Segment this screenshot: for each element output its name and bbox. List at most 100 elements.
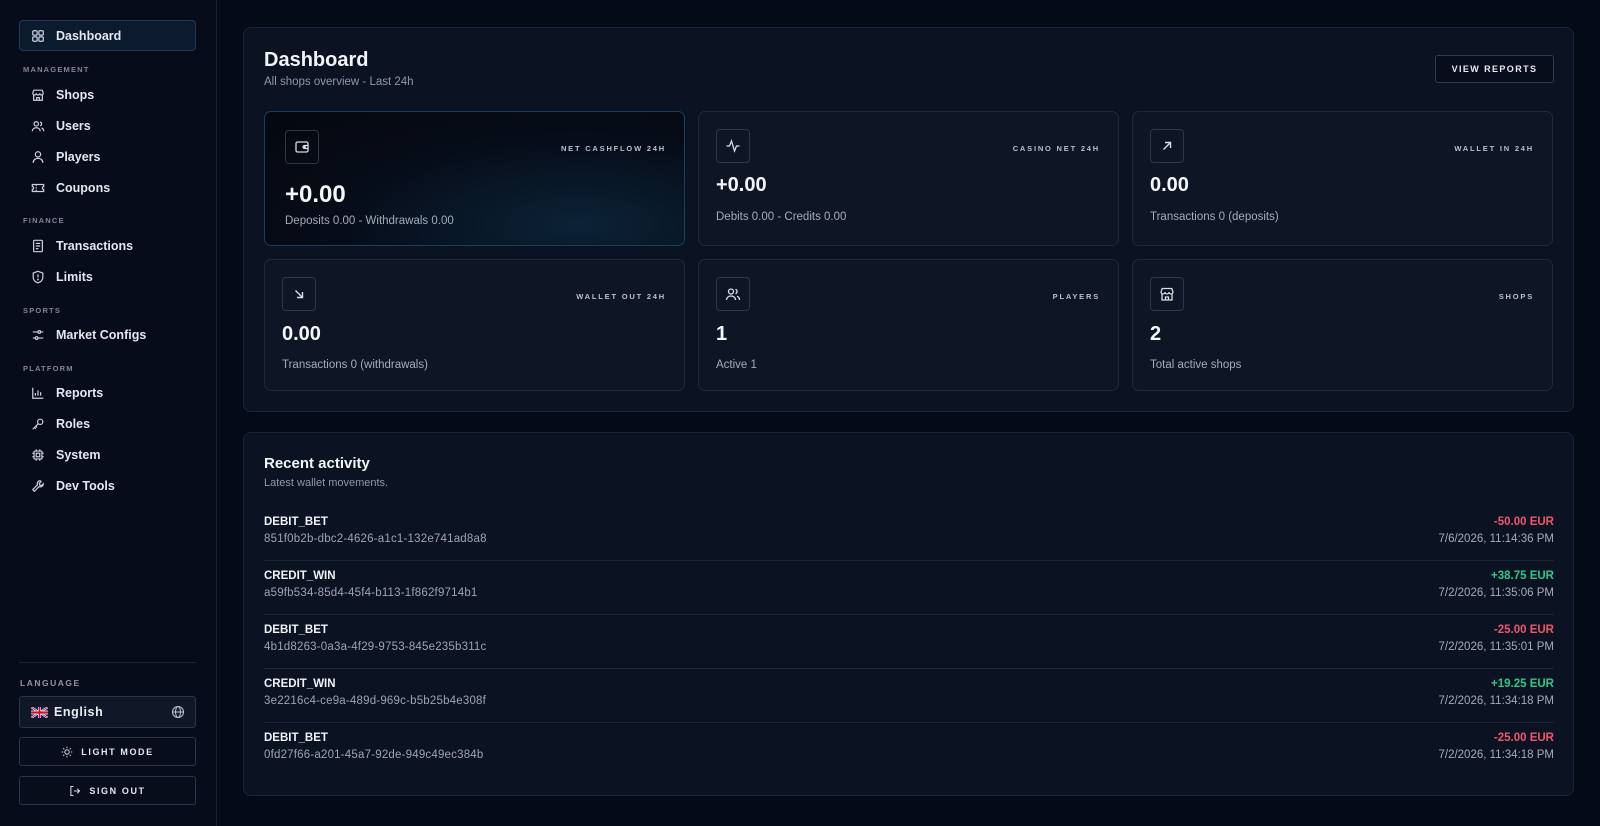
activity-time: 7/2/2026, 11:34:18 PM [1438,695,1554,707]
wallet-out-card: WALLET OUT 24H 0.00 Transactions 0 (with… [264,259,685,391]
arrow-up-right-icon [1150,129,1184,163]
card-subtext: Active 1 [716,359,757,371]
activity-type: CREDIT_WIN [264,678,336,690]
shops-card: SHOPS 2 Total active shops [1132,259,1553,391]
card-subtext: Total active shops [1150,359,1242,371]
ticket-icon [31,181,45,195]
sidebar-item-players[interactable]: Players [19,141,196,172]
net-cashflow-card: NET CASHFLOW 24H +0.00 Deposits 0.00 - W… [264,111,685,246]
sidebar-item-label: Coupons [56,180,111,195]
activity-time: 7/2/2026, 11:34:18 PM [1438,749,1554,761]
activity-time: 7/2/2026, 11:35:01 PM [1438,641,1554,653]
activity-id: 0fd27f66-a201-45a7-92de-949c49ec384b [264,749,484,761]
sidebar-item-label: Roles [56,416,91,431]
activity-icon [716,129,750,163]
card-label: WALLET IN 24H [1454,144,1534,153]
grid-icon [31,29,45,43]
cpu-icon [31,448,45,462]
card-value: 2 [1150,323,1162,345]
activity-amount: -25.00 EUR [1493,732,1554,744]
sidebar-item-market-configs[interactable]: Market Configs [19,319,196,350]
language-label: LANGUAGE [20,678,81,688]
sliders-icon [31,328,45,342]
sidebar-item-label: System [56,447,101,462]
receipt-icon [31,239,45,253]
sidebar-item-reports[interactable]: Reports [19,377,196,408]
view-reports-button[interactable]: VIEW REPORTS [1435,55,1554,83]
sidebar-item-label: Reports [56,385,104,400]
sidebar-item-dev-tools[interactable]: Dev Tools [19,470,196,501]
activity-id: a59fb534-85d4-45f4-b113-1f862f9714b1 [264,587,478,599]
activity-row[interactable]: DEBIT_BET 0fd27f66-a201-45a7-92de-949c49… [264,723,1554,777]
sidebar-item-label: Shops [56,87,95,102]
section-management: MANAGEMENT [23,65,90,74]
activity-id: 851f0b2b-dbc2-4626-a1c1-132e741ad8a8 [264,533,487,545]
sidebar-item-label: Market Configs [56,327,147,342]
card-subtext: Transactions 0 (deposits) [1150,211,1279,223]
sidebar-item-transactions[interactable]: Transactions [19,230,196,261]
sidebar-item-label: Dashboard [56,28,122,43]
users-icon [716,277,750,311]
sidebar-item-roles[interactable]: Roles [19,408,196,439]
activity-amount: +19.25 EUR [1491,678,1554,690]
store-icon [31,88,45,102]
activity-subtitle: Latest wallet movements. [264,477,389,489]
section-finance: FINANCE [23,216,65,225]
activity-row[interactable]: CREDIT_WIN 3e2216c4-ce9a-489d-969c-b5b25… [264,669,1554,723]
card-subtext: Debits 0.00 - Credits 0.00 [716,211,847,223]
activity-type: DEBIT_BET [264,624,328,636]
wrench-icon [31,479,45,493]
shield-icon [31,270,45,284]
globe-icon [171,705,185,719]
card-value: +0.00 [285,181,346,208]
activity-type: CREDIT_WIN [264,570,336,582]
user-icon [31,150,45,164]
sidebar-item-dashboard[interactable]: Dashboard [19,20,196,51]
card-subtext: Deposits 0.00 - Withdrawals 0.00 [285,215,454,227]
arrow-down-right-icon [282,277,316,311]
sidebar-item-limits[interactable]: Limits [19,261,196,292]
sidebar-item-label: Limits [56,269,93,284]
card-value: +0.00 [716,174,767,196]
card-label: PLAYERS [1052,292,1100,301]
page-subtitle: All shops overview - Last 24h [264,76,414,88]
sidebar-item-shops[interactable]: Shops [19,79,196,110]
sign-out-button[interactable]: SIGN OUT [19,776,196,805]
card-value: 0.00 [1150,174,1189,196]
sign-out-label: SIGN OUT [89,785,146,796]
activity-row[interactable]: DEBIT_BET 4b1d8263-0a3a-4f29-9753-845e23… [264,615,1554,669]
activity-row[interactable]: DEBIT_BET 851f0b2b-dbc2-4626-a1c1-132e74… [264,507,1554,561]
activity-type: DEBIT_BET [264,732,328,744]
card-subtext: Transactions 0 (withdrawals) [282,359,428,371]
players-card: PLAYERS 1 Active 1 [698,259,1119,391]
wallet-in-card: WALLET IN 24H 0.00 Transactions 0 (depos… [1132,111,1553,246]
users-icon [31,119,45,133]
activity-amount: +38.75 EUR [1491,570,1554,582]
bar-chart-icon [31,386,45,400]
activity-time: 7/6/2026, 11:14:36 PM [1438,533,1554,545]
activity-type: DEBIT_BET [264,516,328,528]
card-label: WALLET OUT 24H [576,292,666,301]
light-mode-button[interactable]: LIGHT MODE [19,737,196,766]
sidebar-item-label: Dev Tools [56,478,115,493]
activity-row[interactable]: CREDIT_WIN a59fb534-85d4-45f4-b113-1f862… [264,561,1554,615]
language-select[interactable]: English [19,696,196,728]
section-sports: SPORTS [23,306,62,315]
sidebar-item-label: Users [56,118,91,133]
activity-time: 7/2/2026, 11:35:06 PM [1438,587,1554,599]
uk-flag-icon [31,706,48,718]
card-label: CASINO NET 24H [1012,144,1100,153]
card-value: 1 [716,323,728,345]
sidebar-item-system[interactable]: System [19,439,196,470]
sidebar-item-users[interactable]: Users [19,110,196,141]
store-icon [1150,277,1184,311]
card-value: 0.00 [282,323,321,345]
sidebar-item-coupons[interactable]: Coupons [19,172,196,203]
card-label: SHOPS [1498,292,1534,301]
light-mode-label: LIGHT MODE [81,746,154,757]
sidebar: Dashboard MANAGEMENT Shops Users Players… [0,0,217,826]
section-platform: PLATFORM [23,364,74,373]
key-icon [31,417,45,431]
activity-title: Recent activity [264,455,370,472]
casino-net-card: CASINO NET 24H +0.00 Debits 0.00 - Credi… [698,111,1119,246]
